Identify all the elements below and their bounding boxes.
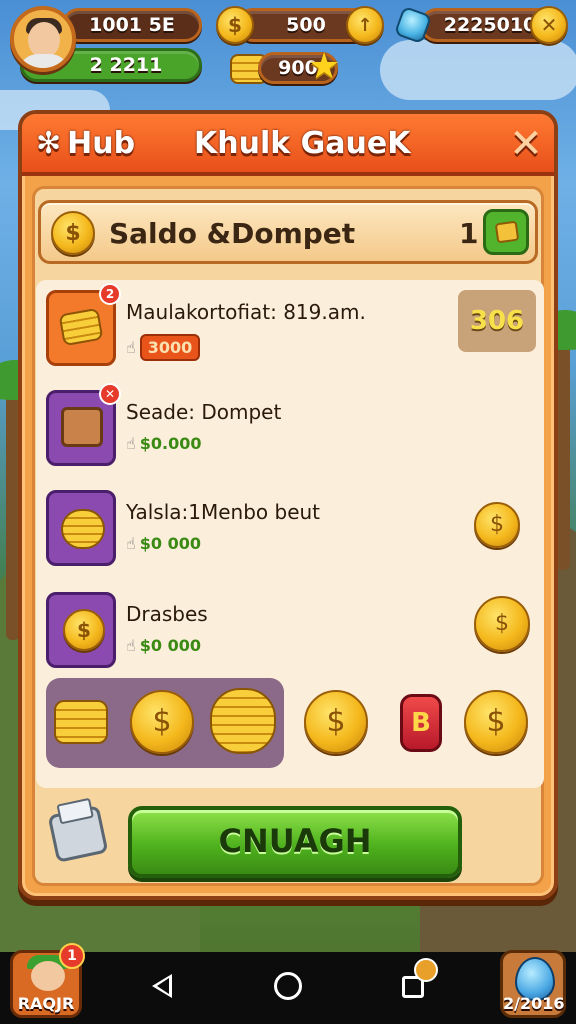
close-hud-icon[interactable]: ✕ xyxy=(530,6,568,44)
gem-shop-button[interactable]: 2/2016 xyxy=(500,950,566,1018)
blocked-icon xyxy=(414,958,438,982)
coin-stack-shape xyxy=(61,509,105,549)
wallet-bar: $ Saldo &Dompet 1 xyxy=(38,200,538,264)
coins-pile-icon: $ xyxy=(46,592,116,668)
hand-icon: ☝ xyxy=(126,338,136,357)
player-stat-text: 1001 5E xyxy=(89,14,175,36)
character-button[interactable]: RAQJR 1 xyxy=(10,943,85,1018)
item-name: Yalsla:1Menbo beut xyxy=(126,500,321,524)
item-price: ☝ $0 000 xyxy=(126,534,201,553)
list-item[interactable]: 2 Maulakortofiat: 819.am. ☝ 3000 306 xyxy=(46,283,536,376)
main-action-button[interactable]: CNUAGH xyxy=(128,806,462,878)
close-button[interactable]: ✕ xyxy=(504,122,548,166)
home-icon xyxy=(274,972,302,1000)
nav-recent-button[interactable] xyxy=(392,958,438,1008)
dollar-coin-icon[interactable]: $ xyxy=(474,502,520,548)
panel-title: Khulk GaueK xyxy=(194,126,411,161)
player-avatar[interactable] xyxy=(10,6,76,72)
money-bundle-icon xyxy=(494,220,520,244)
item-price: ☝ $0 000 xyxy=(126,636,201,655)
panel-header: ✻ Hub Khulk GaueK ✕ xyxy=(22,114,554,176)
back-icon xyxy=(152,974,172,998)
wallet-coin-icon: $ xyxy=(51,211,95,255)
hub-icon: ✻ xyxy=(36,126,62,161)
box-shape xyxy=(61,407,103,447)
add-coins-icon[interactable]: ↑ xyxy=(346,6,384,44)
close-icon: ✕ xyxy=(509,121,543,167)
item-name: Maulakortofiat: 819.am. xyxy=(126,300,366,324)
coin-pile-icon[interactable] xyxy=(210,688,276,754)
treasure-box-icon: ✕ xyxy=(46,383,121,466)
hand-icon: ☝ xyxy=(126,636,136,655)
dollar-coin-icon[interactable]: $ xyxy=(474,596,530,652)
price-value: $0 000 xyxy=(139,534,201,553)
notification-badge: 1 xyxy=(59,943,85,969)
wallet-open-button[interactable] xyxy=(483,209,529,255)
player-level-text: 2 2211 xyxy=(89,54,163,76)
hub-tab[interactable]: ✻ Hub xyxy=(36,126,135,161)
gold-bundle-shape xyxy=(58,307,104,347)
wallet-title: Saldo &Dompet xyxy=(109,217,356,250)
player-stat-pill: 1001 5E xyxy=(62,8,202,42)
hub-label: Hub xyxy=(67,126,136,161)
nav-back-button[interactable] xyxy=(140,964,184,1008)
wallet-count: 1 xyxy=(459,217,479,250)
coin-icon: $ xyxy=(216,6,254,44)
gold-bundle-icon: 2 xyxy=(46,283,121,366)
avatar-face xyxy=(28,22,60,58)
item-price: ☝ 3000 xyxy=(126,334,201,361)
character-label: RAQJR xyxy=(17,994,75,1013)
dollar-coin-icon[interactable]: $ xyxy=(130,690,194,754)
dollar-coin-icon[interactable]: $ xyxy=(304,690,368,754)
hand-icon: ☝ xyxy=(126,534,136,553)
coin-shape: $ xyxy=(63,609,105,651)
item-badge: ✕ xyxy=(99,383,121,405)
nav-home-button[interactable] xyxy=(266,964,310,1008)
item-name: Seade: Dompet xyxy=(126,400,282,424)
list-item[interactable]: Yalsla:1Menbo beut ☝ $0 000 $ xyxy=(46,490,536,576)
coin-balance-text: 500 xyxy=(286,14,326,36)
price-value: $0 000 xyxy=(139,636,201,655)
item-badge: 2 xyxy=(99,283,121,305)
gem-shop-label: 2/2016 xyxy=(503,994,565,1013)
coin-tray: $ xyxy=(46,678,284,768)
price-value: 3000 xyxy=(139,334,201,361)
dollar-coin-icon[interactable]: $ xyxy=(464,690,528,754)
item-name: Drasbes xyxy=(126,602,208,626)
item-value-box[interactable]: 306 xyxy=(458,290,536,352)
character-head xyxy=(31,961,65,991)
price-value: $0.000 xyxy=(139,434,202,453)
coin-stack-icon xyxy=(46,490,116,566)
coin-stack-icon[interactable] xyxy=(54,700,108,744)
ruby-icon[interactable]: B xyxy=(400,694,442,752)
hand-icon: ☝ xyxy=(126,434,136,453)
list-item[interactable]: ✕ Seade: Dompet ☝ $0.000 xyxy=(46,383,536,476)
item-price: ☝ $0.000 xyxy=(126,434,202,453)
star-icon: ★ xyxy=(308,46,341,87)
list-item[interactable]: $ Drasbes ☝ $0 000 $ xyxy=(46,592,536,678)
shop-panel: ✻ Hub Khulk GaueK ✕ $ Saldo &Dompet 1 2 … xyxy=(18,110,558,900)
gem-balance-text: 2225010 xyxy=(443,14,537,36)
palm-tree-trunk xyxy=(556,330,570,570)
cloud xyxy=(380,40,576,100)
item-list: 2 Maulakortofiat: 819.am. ☝ 3000 306 ✕ S… xyxy=(36,280,544,788)
